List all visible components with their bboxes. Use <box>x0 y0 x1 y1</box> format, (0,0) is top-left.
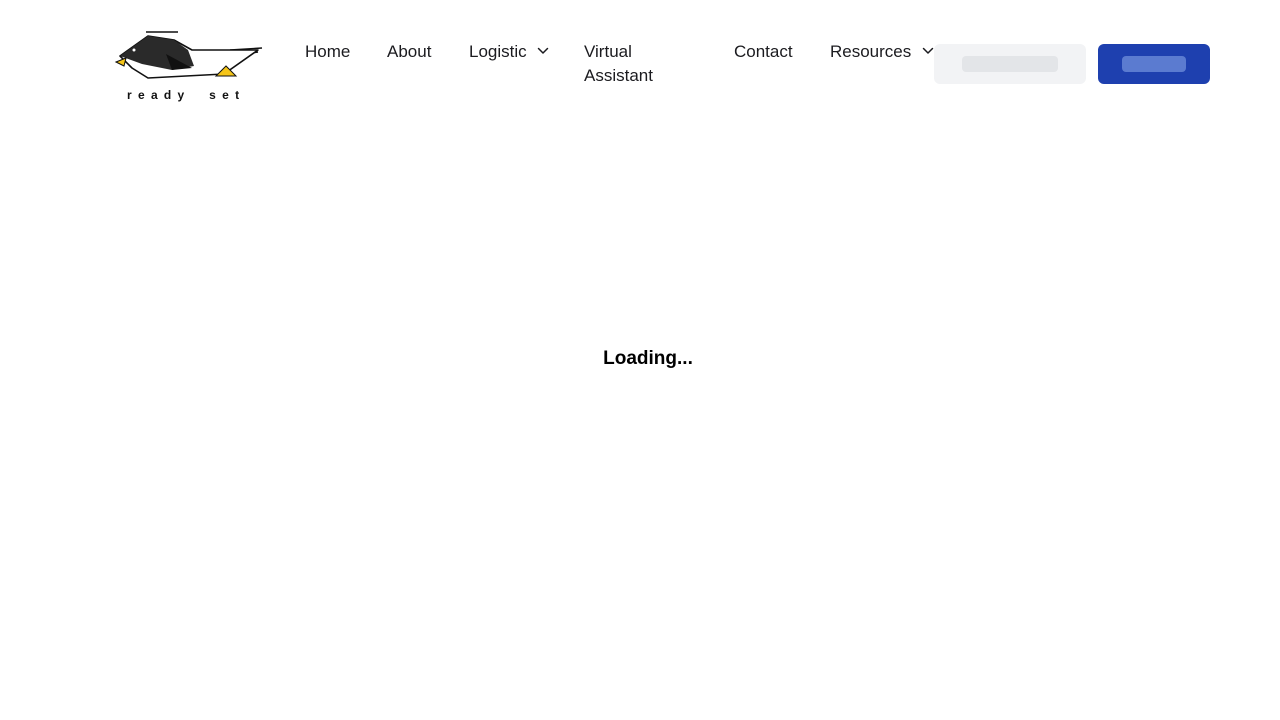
nav-item-virtual-assistant-label: Virtual Assistant <box>584 42 653 85</box>
nav-item-logistic-label: Logistic <box>469 42 527 61</box>
chevron-down-icon <box>538 47 549 54</box>
nav-item-home-label: Home <box>305 42 351 61</box>
nav-item-contact[interactable]: Contact <box>734 40 793 64</box>
chevron-down-icon <box>922 47 934 54</box>
nav-item-virtual-assistant[interactable]: Virtual Assistant <box>584 40 684 88</box>
nav-item-contact-label: Contact <box>734 42 793 61</box>
loading-text: Loading... <box>603 348 693 369</box>
page: ready set Home About Logistic Virtual As… <box>0 0 1280 720</box>
logo-link[interactable]: ready set <box>112 28 266 106</box>
nav-item-home[interactable]: Home <box>305 40 350 64</box>
login-button-skeleton[interactable] <box>934 44 1086 84</box>
skeleton-bar <box>962 56 1058 72</box>
signup-button-skeleton[interactable] <box>1098 44 1210 84</box>
logo-text: ready set <box>127 88 246 102</box>
penguin-bird-icon <box>114 31 263 79</box>
nav-item-about[interactable]: About <box>387 40 431 64</box>
nav-item-resources-label: Resources <box>830 42 912 61</box>
nav-item-resources[interactable]: Resources <box>830 40 934 64</box>
skeleton-bar <box>1122 56 1186 72</box>
nav-item-logistic[interactable]: Logistic <box>469 40 549 64</box>
nav-item-about-label: About <box>387 42 432 61</box>
